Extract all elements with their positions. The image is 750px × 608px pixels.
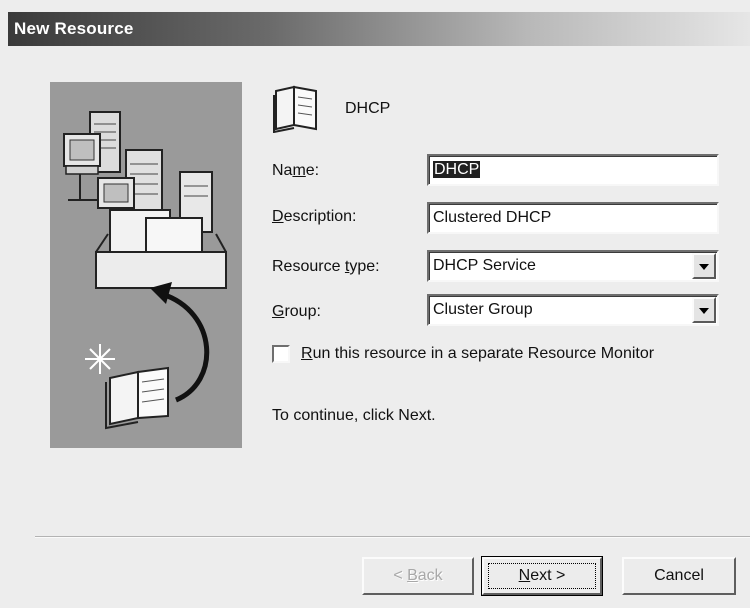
continue-hint: To continue, click Next.: [272, 407, 436, 424]
group-value: Cluster Group: [433, 301, 533, 318]
resource-name-heading: DHCP: [345, 100, 391, 117]
resource-type-value: DHCP Service: [433, 257, 536, 274]
separate-monitor-checkbox[interactable]: [272, 345, 290, 363]
name-field[interactable]: DHCP: [427, 154, 719, 186]
description-value: Clustered DHCP: [433, 209, 552, 226]
description-field[interactable]: Clustered DHCP: [427, 202, 719, 234]
separate-monitor-label[interactable]: Run this resource in a separate Resource…: [301, 345, 654, 363]
chevron-down-icon[interactable]: [692, 297, 716, 323]
book-icon: [273, 85, 317, 133]
window-title: New Resource: [14, 19, 134, 38]
new-resource-dialog: New Resource DHCP Name: DHCP Description…: [0, 0, 750, 608]
title-bar[interactable]: New Resource: [8, 12, 750, 46]
group-select[interactable]: Cluster Group: [427, 294, 719, 326]
cancel-button[interactable]: Cancel: [622, 557, 736, 595]
button-separator: [35, 536, 750, 538]
resource-type-label: Resource type:: [272, 258, 380, 275]
focus-rectangle: [488, 563, 596, 589]
back-button[interactable]: < Back: [362, 557, 474, 595]
description-label: Description:: [272, 208, 357, 225]
next-button[interactable]: Next >: [481, 556, 603, 596]
name-label: Name:: [272, 162, 320, 179]
resource-type-select[interactable]: DHCP Service: [427, 250, 719, 282]
name-value: DHCP: [433, 161, 481, 178]
cluster-servers-icon: [63, 111, 227, 430]
group-label: Group:: [272, 303, 321, 320]
wizard-illustration: [50, 82, 242, 448]
chevron-down-icon[interactable]: [692, 253, 716, 279]
